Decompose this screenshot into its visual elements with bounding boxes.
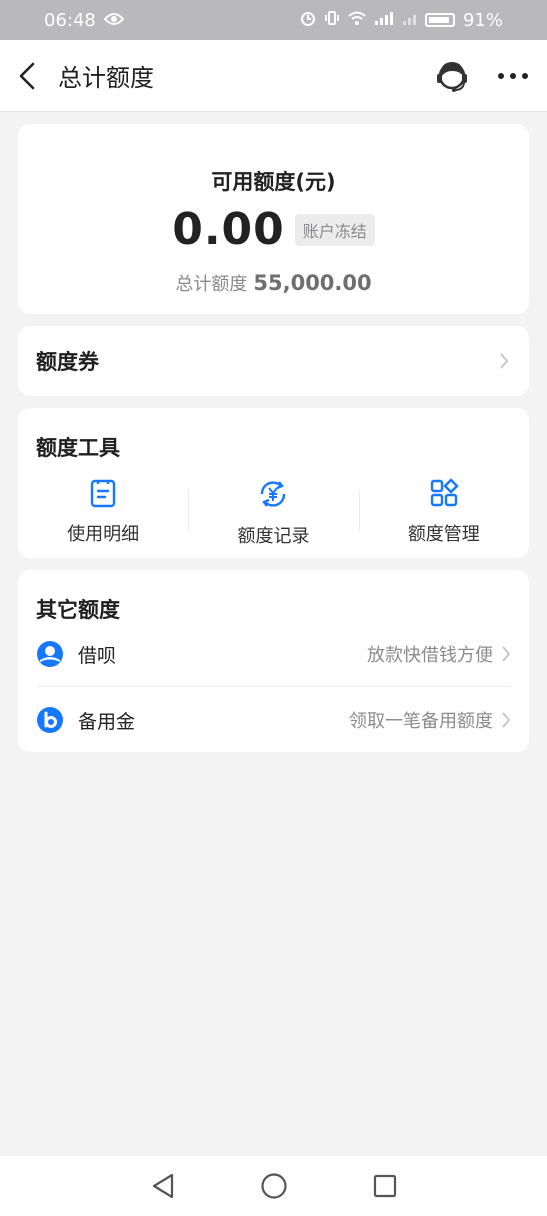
- jiebei-icon: [36, 640, 64, 668]
- beiyongjin-desc: 领取一笔备用额度: [349, 711, 493, 732]
- grid-manage-icon: [429, 478, 459, 512]
- battery-icon: [424, 13, 455, 27]
- chevron-right-icon: [499, 352, 509, 370]
- back-icon[interactable]: [18, 61, 42, 91]
- tool-usage-details-label: 使用明细: [67, 524, 140, 545]
- total-quota-row: 总计额度 55,000.00: [18, 270, 529, 296]
- status-bar: 06:48 91%: [0, 0, 547, 40]
- tool-quota-record[interactable]: 额度记录: [188, 478, 358, 548]
- other-quota-item-jiebei[interactable]: 借呗 放款快借钱方便: [36, 626, 511, 682]
- status-right: 91%: [299, 9, 503, 31]
- eye-icon: [103, 10, 125, 31]
- status-time: 06:48: [44, 9, 96, 31]
- system-navigation-bar: [0, 1156, 547, 1216]
- tool-usage-details[interactable]: 使用明细: [18, 478, 188, 548]
- signal-2-icon: [401, 10, 419, 30]
- recents-square-icon[interactable]: [372, 1173, 398, 1199]
- available-quota-label: 可用额度(元): [211, 170, 336, 194]
- alarm-icon: [299, 9, 317, 31]
- home-circle-icon[interactable]: [260, 1172, 288, 1200]
- quota-voucher-entry[interactable]: 额度券: [18, 326, 529, 396]
- customer-service-icon[interactable]: [433, 57, 471, 95]
- battery-percent: 91%: [462, 9, 503, 31]
- chevron-right-icon: [501, 645, 511, 663]
- nav-bar: 总计额度: [0, 40, 547, 112]
- page-title: 总计额度: [58, 64, 154, 92]
- more-options-icon[interactable]: [497, 72, 529, 80]
- wifi-icon: [347, 10, 367, 30]
- vibrate-icon: [323, 9, 341, 31]
- yuan-cycle-icon: [257, 478, 289, 514]
- tool-quota-management-label: 额度管理: [407, 524, 480, 545]
- document-icon: [89, 478, 117, 512]
- quota-tools-title: 额度工具: [36, 436, 120, 460]
- quota-voucher-title: 额度券: [36, 350, 99, 374]
- tool-quota-management[interactable]: 额度管理: [358, 478, 529, 548]
- back-triangle-icon[interactable]: [150, 1172, 176, 1200]
- status-left: 06:48: [44, 9, 125, 31]
- total-quota-value: 55,000.00: [253, 271, 372, 295]
- other-quota-title: 其它额度: [36, 598, 120, 622]
- divider: [36, 686, 511, 687]
- quota-tools-card: 额度工具 使用明细 额度记录 额度管理: [18, 408, 529, 558]
- total-quota-label: 总计额度: [175, 274, 248, 295]
- chevron-right-icon: [501, 711, 511, 729]
- other-quota-item-beiyongjin[interactable]: 备用金 领取一笔备用额度: [36, 692, 511, 748]
- beiyongjin-label: 备用金: [78, 710, 136, 733]
- jiebei-desc: 放款快借钱方便: [367, 645, 493, 666]
- quota-tools-row: 使用明细 额度记录 额度管理: [18, 478, 529, 548]
- jiebei-label: 借呗: [78, 644, 117, 667]
- nav-actions: [433, 57, 529, 95]
- signal-icon: [373, 10, 395, 30]
- available-quota-card: 可用额度(元) 0.00 账户冻结 总计额度 55,000.00: [18, 124, 529, 314]
- tool-quota-record-label: 额度记录: [237, 526, 310, 547]
- available-quota-row: 0.00 账户冻结: [18, 204, 529, 255]
- account-frozen-badge: 账户冻结: [294, 213, 375, 246]
- available-quota-value: 0.00: [172, 204, 285, 255]
- status-icons: [299, 9, 455, 31]
- beiyongjin-icon: [36, 706, 64, 734]
